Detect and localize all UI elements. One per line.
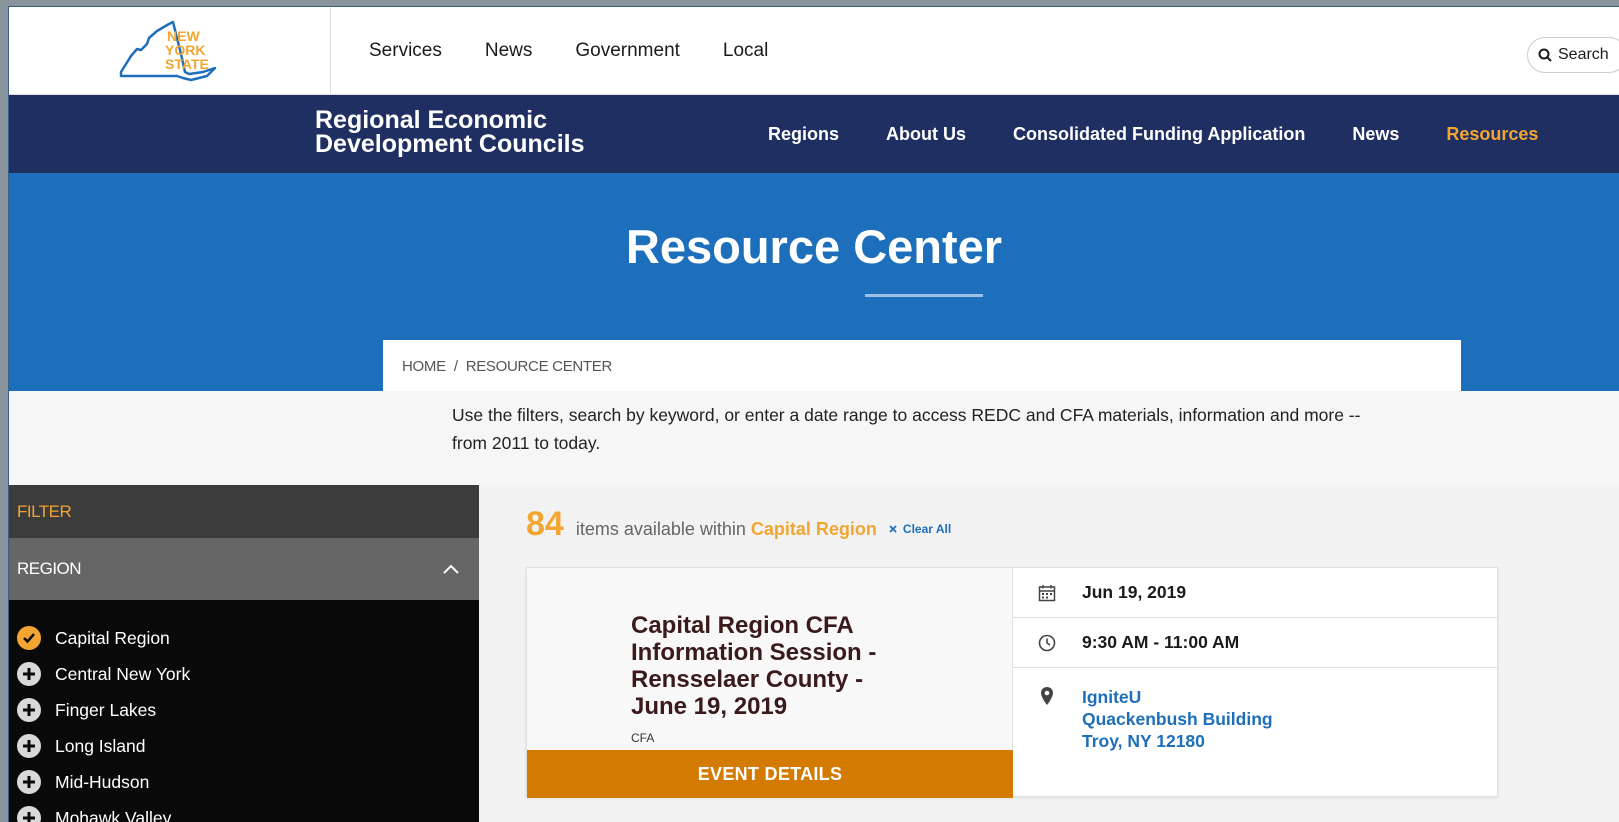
close-icon: [889, 525, 897, 533]
results-text: items available within: [575, 519, 746, 539]
top-nav-government[interactable]: Government: [575, 40, 680, 62]
event-card-main: Capital Region CFA Information Session -…: [527, 568, 1013, 798]
top-nav-local[interactable]: Local: [723, 40, 768, 62]
region-item-label: Long Island: [55, 735, 146, 756]
plus-icon: [17, 662, 41, 686]
browser-page: NEW YORK STATE Services News Government …: [8, 6, 1619, 822]
event-date: Jun 19, 2019: [1082, 582, 1187, 602]
region-item-capital-region[interactable]: Capital Region: [9, 620, 479, 656]
chevron-up-icon: [443, 564, 459, 574]
redc-title-line2: Development Councils: [315, 130, 585, 158]
region-item-label: Mid-Hudson: [55, 771, 150, 792]
location-line1: IgniteU: [1082, 687, 1142, 707]
event-time: 9:30 AM - 11:00 AM: [1082, 632, 1240, 652]
location-line3: Troy, NY 12180: [1082, 731, 1205, 751]
calendar-icon: [1038, 584, 1056, 602]
region-accordion-toggle[interactable]: REGION: [9, 538, 479, 600]
page-title: Resource Center: [625, 220, 1003, 273]
map-pin-icon: [1040, 686, 1054, 711]
breadcrumb-current: RESOURCE CENTER: [465, 357, 613, 375]
redc-nav-cfa[interactable]: Consolidated Funding Application: [1013, 124, 1305, 145]
checkmark-icon: [17, 626, 41, 650]
region-item-label: Central New York: [55, 663, 191, 684]
event-time-row: 9:30 AM - 11:00 AM: [1013, 618, 1499, 668]
region-item-finger-lakes[interactable]: Finger Lakes: [9, 692, 479, 728]
search-icon: [1538, 48, 1552, 62]
region-item-central-new-york[interactable]: Central New York: [9, 656, 479, 692]
nys-logo-icon: NEW YORK STATE: [119, 20, 217, 82]
redc-nav-resources[interactable]: Resources: [1446, 124, 1538, 145]
breadcrumb-separator: /: [453, 357, 458, 375]
redc-nav-regions[interactable]: Regions: [768, 124, 839, 145]
search-label: Search: [1558, 46, 1609, 63]
filter-sidebar: FILTER REGION Capital Region Central New…: [9, 485, 479, 822]
region-item-long-island[interactable]: Long Island: [9, 728, 479, 764]
redc-nav-news[interactable]: News: [1352, 124, 1399, 145]
region-item-label: Mohawk Valley: [55, 807, 172, 822]
nys-top-bar: NEW YORK STATE Services News Government …: [9, 7, 1619, 95]
plus-icon: [17, 734, 41, 758]
redc-nav: Regions About Us Consolidated Funding Ap…: [768, 95, 1538, 173]
region-heading: REGION: [17, 559, 82, 578]
clear-all-button[interactable]: Clear All: [889, 522, 951, 536]
clock-icon: [1038, 634, 1056, 652]
plus-icon: [17, 806, 41, 822]
region-item-label: Finger Lakes: [55, 699, 157, 720]
search-button[interactable]: Search: [1527, 37, 1619, 73]
redc-nav-about-us[interactable]: About Us: [886, 124, 966, 145]
breadcrumb: HOME / RESOURCE CENTER: [383, 340, 1461, 392]
intro-section: Use the filters, search by keyword, or e…: [9, 391, 1619, 485]
redc-site-title[interactable]: Regional Economic Development Councils: [315, 106, 585, 158]
redc-nav-bar: Regional Economic Development Councils R…: [9, 95, 1619, 173]
event-title[interactable]: Capital Region CFA Information Session -…: [631, 612, 911, 720]
intro-text: Use the filters, search by keyword, or e…: [452, 405, 1361, 453]
region-item-mohawk-valley[interactable]: Mohawk Valley: [9, 800, 479, 822]
nys-logo-link[interactable]: NEW YORK STATE: [9, 7, 331, 95]
plus-icon: [17, 770, 41, 794]
results-count: 84: [526, 505, 564, 543]
event-location-link[interactable]: IgniteU Quackenbush Building Troy, NY 12…: [1082, 686, 1273, 752]
results-region: Capital Region: [750, 519, 877, 539]
top-nav: Services News Government Local: [369, 7, 768, 95]
location-line2: Quackenbush Building: [1082, 709, 1273, 729]
title-underline: [865, 294, 983, 297]
filter-heading: FILTER: [9, 485, 479, 538]
region-item-label: Capital Region: [55, 627, 170, 648]
top-nav-news[interactable]: News: [485, 40, 533, 62]
breadcrumb-home[interactable]: HOME: [402, 358, 446, 375]
results-area: 84 items available within Capital Region…: [479, 485, 1619, 822]
event-card-meta: Jun 19, 2019 9:30 AM - 11:00 AM IgniteU …: [1013, 568, 1499, 798]
plus-icon: [17, 698, 41, 722]
redc-title-line1: Regional Economic: [315, 106, 547, 134]
top-nav-services[interactable]: Services: [369, 40, 442, 62]
event-details-button[interactable]: EVENT DETAILS: [527, 750, 1013, 798]
clear-all-label: Clear All: [902, 522, 952, 536]
results-summary: 84 items available within Capital Region…: [526, 505, 951, 544]
region-list: Capital Region Central New York Finger L…: [9, 600, 479, 822]
logo-text-state: STATE: [165, 56, 209, 72]
event-card: Capital Region CFA Information Session -…: [526, 567, 1499, 798]
event-tag: CFA: [631, 731, 655, 745]
region-item-mid-hudson[interactable]: Mid-Hudson: [9, 764, 479, 800]
event-date-row: Jun 19, 2019: [1013, 568, 1499, 618]
